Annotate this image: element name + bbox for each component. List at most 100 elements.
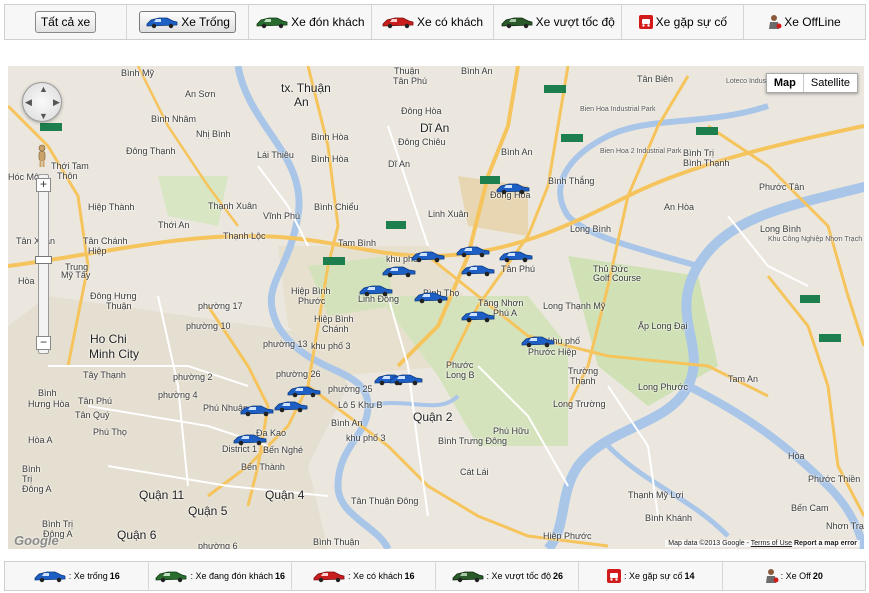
- map-label: Bình Thạnh: [683, 158, 730, 168]
- map-label: Bình: [22, 464, 41, 474]
- pan-up-icon[interactable]: ▲: [39, 84, 48, 94]
- map-label: Long Trường: [553, 399, 606, 409]
- map-label: Dĩ An: [388, 159, 411, 169]
- vehicle-marker[interactable]: [286, 384, 322, 398]
- vehicle-marker[interactable]: [520, 334, 556, 348]
- map-label: Phú A: [493, 308, 518, 318]
- filter-pickup-button[interactable]: Xe đón khách: [249, 11, 370, 33]
- map-label: phường 4: [158, 390, 198, 400]
- map-label: Long Bình: [570, 224, 612, 234]
- map-label: Phước Hiệp: [528, 347, 577, 357]
- map-label: Đông A: [22, 484, 52, 494]
- map-label: phường 6: [198, 541, 238, 549]
- filter-all-cell: Tất cả xe: [5, 5, 128, 39]
- zoom-slider-handle[interactable]: [35, 256, 52, 264]
- street-view-pegman-icon[interactable]: [36, 144, 48, 168]
- map-type-control: Map Satellite: [765, 73, 858, 93]
- map-label: Quận 2: [413, 410, 453, 424]
- terms-link[interactable]: Terms of Use: [751, 540, 792, 547]
- map-label: khu phố 3: [346, 433, 386, 443]
- filter-empty-cell: Xe Trống: [127, 5, 250, 39]
- legend-incident-label: : Xe gặp sự cố: [623, 571, 683, 581]
- map-label: Hòa A: [28, 435, 53, 445]
- pan-control[interactable]: ▲ ▼ ◀ ▶: [22, 82, 62, 122]
- filter-speeding-button[interactable]: Xe vượt tốc độ: [494, 11, 621, 33]
- map-label: Tây Thạnh: [83, 370, 126, 380]
- map-label: Tân Phú: [78, 396, 113, 406]
- report-error-link[interactable]: Report a map error: [794, 540, 857, 547]
- filter-offline-button[interactable]: Xe OffLine: [762, 11, 846, 33]
- map-view[interactable]: Bình Mỹ Thuận Tân Phú Bình An An Sơn tx.…: [8, 66, 864, 549]
- legend-occupied: : Xe có khách 16: [292, 562, 436, 590]
- map-label: phường 25: [328, 384, 373, 394]
- map-label: Bình Trưng Đông: [438, 436, 508, 446]
- map-type-satellite-button[interactable]: Satellite: [804, 74, 857, 92]
- filter-empty-button[interactable]: Xe Trống: [139, 11, 236, 33]
- vehicle-marker[interactable]: [239, 403, 275, 417]
- pan-right-icon[interactable]: ▶: [53, 97, 60, 108]
- filter-all-label: Tất cả xe: [40, 15, 91, 29]
- pan-left-icon[interactable]: ◀: [25, 97, 32, 108]
- vehicle-marker[interactable]: [388, 372, 424, 386]
- legend-empty-label: : Xe trống: [68, 571, 108, 581]
- map-label: Bình An: [331, 418, 363, 428]
- map-label: Bình: [38, 388, 57, 398]
- map-label: Nhơn Trạch: [826, 521, 864, 531]
- legend-empty: : Xe trống 16: [5, 562, 149, 590]
- dark-car-icon: [452, 571, 483, 583]
- zoom-in-button[interactable]: +: [36, 178, 51, 192]
- offline-driver-icon: [769, 15, 782, 29]
- vehicle-marker[interactable]: [413, 290, 449, 304]
- zoom-out-button[interactable]: −: [36, 336, 51, 350]
- map-label: phường 10: [186, 321, 231, 331]
- map-label: Tân Phú: [501, 264, 536, 274]
- map-label: Hiệp Bình: [314, 314, 354, 324]
- filter-all-button[interactable]: Tất cả xe: [34, 11, 97, 33]
- vehicle-marker[interactable]: [232, 432, 268, 446]
- map-type-map-button[interactable]: Map: [767, 74, 804, 92]
- vehicle-marker[interactable]: [381, 264, 417, 278]
- filter-occupied-label: Xe có khách: [417, 15, 484, 29]
- legend-speeding-label: : Xe vượt tốc độ: [486, 571, 551, 581]
- blue-car-icon: [146, 17, 178, 29]
- filter-incident-button[interactable]: Xe gặp sự cố: [632, 11, 733, 33]
- map-label: An Hòa: [664, 202, 695, 212]
- filter-empty-label: Xe Trống: [181, 15, 230, 29]
- vehicle-marker[interactable]: [358, 283, 394, 297]
- legend-pickup-count: 16: [275, 571, 286, 581]
- vehicle-marker[interactable]: [460, 309, 496, 323]
- legend-offline-count: 20: [812, 571, 823, 581]
- filter-occupied-button[interactable]: Xe có khách: [375, 11, 489, 33]
- map-label: Quận 4: [265, 488, 305, 502]
- vehicle-marker[interactable]: [460, 263, 496, 277]
- map-label: Mỹ Tây: [61, 270, 91, 280]
- map-label: Phước: [298, 296, 326, 306]
- vehicle-marker[interactable]: [455, 244, 491, 258]
- vehicle-marker[interactable]: [273, 399, 309, 413]
- map-label: Thới An: [158, 220, 190, 230]
- filter-speeding-cell: Xe vượt tốc độ: [494, 5, 622, 39]
- pan-down-icon[interactable]: ▼: [39, 111, 48, 121]
- map-label: Đông Hưng: [90, 291, 137, 301]
- map-label: Bến Cam: [791, 503, 829, 513]
- map-label: Long Thạnh Mỹ: [543, 301, 606, 311]
- map-label: Bình An: [461, 66, 493, 76]
- vehicle-marker[interactable]: [410, 249, 446, 263]
- map-label: Bình Hòa: [311, 132, 349, 142]
- map-label: Đông Chiêu: [398, 137, 446, 147]
- map-label: Trường: [568, 366, 599, 376]
- map-label: Thôn: [57, 171, 78, 181]
- zoom-slider-track[interactable]: [38, 174, 49, 354]
- legend-offline-label: : Xe Off: [780, 571, 811, 581]
- map-label: Vĩnh Phú: [263, 211, 301, 221]
- vehicle-marker[interactable]: [495, 181, 531, 195]
- map-label: Hưng Hòa: [28, 399, 70, 409]
- dark-car-icon: [501, 17, 532, 29]
- map-label: Ấp Long Đại: [638, 321, 688, 331]
- green-car-icon: [256, 17, 288, 29]
- vehicle-marker[interactable]: [498, 249, 534, 263]
- map-label: Chánh: [322, 324, 349, 334]
- vehicle-filter-bar: Tất cả xe Xe Trống Xe đón khách Xe có kh…: [4, 4, 866, 40]
- map-label: Phú Hữu: [493, 426, 530, 436]
- map-label: Bình An: [501, 147, 533, 157]
